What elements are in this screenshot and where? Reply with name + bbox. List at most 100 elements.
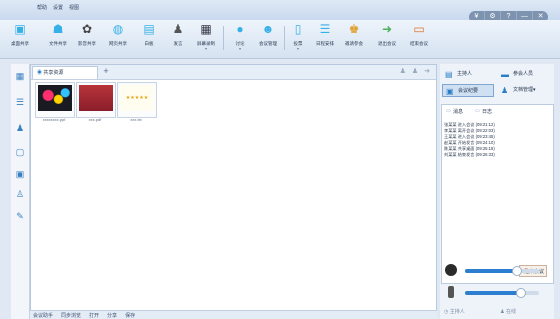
- person-icon[interactable]: ♙: [14, 188, 26, 200]
- thumbnail-label: xxx.txt: [130, 117, 142, 122]
- menu-item-view[interactable]: 视图: [69, 4, 79, 11]
- exit-icon: ➜: [381, 22, 393, 36]
- thumbnail-image: [38, 85, 72, 111]
- toolbar-screen-share[interactable]: ▣ 桌面共享: [6, 22, 34, 47]
- right-panel: ▤主持人 ▬参会人员 ▣会议纪要 ♟文档管理▾ 消息 日志 张某某 进入会议 (…: [440, 64, 554, 319]
- file-share-icon: ☗: [52, 22, 64, 36]
- mic-volume: [445, 286, 551, 300]
- status-open[interactable]: 打开: [89, 312, 99, 319]
- menu-item-settings[interactable]: 设置: [53, 4, 63, 11]
- left-tool-bar: ▦ ☰ ♟ ▢ ▣ ♙ ✎: [11, 64, 30, 319]
- host-button[interactable]: ▤ 主持人: [442, 68, 494, 81]
- app-window: 帮助 设置 视图 ¥ ⚙ ? — ✕ ▣ 桌面共享 ☗ 文件共享 ✿ 影音共享 ◍ 网页…: [0, 0, 560, 319]
- toolbar-invite[interactable]: ♚ 邀请参会: [340, 22, 368, 47]
- end-meeting-icon: ▭: [413, 22, 425, 36]
- toolbar-file-share[interactable]: ☗ 文件共享: [44, 22, 72, 47]
- speaker-volume-fill: [465, 269, 517, 273]
- toolbar-record[interactable]: ▦ 屏幕录制 ▾: [192, 22, 220, 51]
- toolbar-end-meeting[interactable]: ▭ 结束会议: [405, 22, 433, 47]
- menu-bar: 帮助 设置 视图: [37, 4, 79, 11]
- speaker-volume: [445, 264, 551, 278]
- tab-log[interactable]: 日志: [475, 108, 492, 115]
- toolbar-web-share[interactable]: ◍ 网页共享: [104, 22, 132, 47]
- status-assistant[interactable]: 会议助手: [33, 312, 53, 319]
- status-share[interactable]: 分享: [107, 312, 117, 319]
- tab-label: 共享资源: [43, 70, 64, 76]
- log-box: 消息 日志 张某某 进入会议 (09:21:12) 李某某 离开会议 (09:2…: [441, 104, 554, 284]
- log-list: 张某某 进入会议 (09:21:12) 李某某 离开会议 (09:22:03) …: [444, 122, 550, 158]
- title-bar: 帮助 设置 视图 ¥ ⚙ ? — ✕: [0, 0, 560, 23]
- grid-view-icon[interactable]: ▦: [14, 70, 26, 82]
- speaker-icon[interactable]: [445, 264, 457, 276]
- chevron-down-icon: ▾: [533, 87, 536, 93]
- chevron-down-icon[interactable]: ▾: [226, 47, 254, 51]
- footer-online: 在线: [506, 309, 517, 315]
- toolbar-whiteboard[interactable]: ▤ 白板: [135, 22, 163, 47]
- attendees-icon: ▬: [501, 70, 509, 79]
- speaker-volume-slider[interactable]: [465, 266, 539, 276]
- toolbar-media-share[interactable]: ✿ 影音共享: [73, 22, 101, 47]
- host-icon: ▤: [445, 70, 453, 79]
- screen-share-icon: ▣: [14, 22, 26, 36]
- users-icon: ♟: [500, 309, 505, 315]
- clock-icon: ◷: [444, 309, 449, 315]
- folder-icon[interactable]: ▣: [14, 168, 26, 180]
- toolbar-separator: [223, 26, 224, 50]
- mic-volume-slider[interactable]: [465, 288, 539, 298]
- log-line: 刘某某 结束发言 (09:26:33): [444, 152, 495, 157]
- footer-host: 主持人: [449, 309, 465, 315]
- meeting-manage-icon: ☻: [261, 22, 275, 36]
- toolbar-chat[interactable]: ● 讨论 ▾: [226, 22, 254, 51]
- edit-icon[interactable]: ✎: [14, 210, 26, 222]
- status-save[interactable]: 保存: [125, 312, 135, 319]
- right-footer: ◷ 主持人 ♟ 在线: [444, 308, 552, 315]
- microphone-icon[interactable]: [448, 286, 454, 298]
- user-add-icon[interactable]: ♟: [400, 67, 406, 75]
- main-toolbar: ▣ 桌面共享 ☗ 文件共享 ✿ 影音共享 ◍ 网页共享 ▤ 白板 ♟ 发言 ▦ 屏幕录制 ▾ ●…: [0, 20, 560, 59]
- menu-item-help[interactable]: 帮助: [37, 4, 47, 11]
- web-share-icon: ◍: [112, 22, 124, 36]
- mic-volume-fill: [465, 291, 521, 295]
- speaker-icon: ♟: [172, 22, 184, 36]
- speaker-volume-knob[interactable]: [511, 266, 522, 276]
- tab-shared-resources[interactable]: ◉ 共享资源: [32, 66, 98, 79]
- minutes-icon: ▣: [446, 87, 454, 96]
- status-sync-browse[interactable]: 同步浏览: [61, 312, 81, 319]
- thumbnail-ppt[interactable]: [35, 82, 75, 118]
- doc-manage-icon: ♟: [501, 86, 509, 95]
- attendees-button[interactable]: ▬ 参会人员: [498, 68, 550, 81]
- chevron-down-icon[interactable]: ▾: [284, 47, 312, 51]
- arrow-right-icon[interactable]: ➜: [424, 67, 430, 75]
- chat-icon: ●: [236, 22, 244, 36]
- user-icon[interactable]: ♟: [14, 122, 26, 134]
- user-remove-icon[interactable]: ♟: [412, 67, 418, 75]
- chevron-down-icon[interactable]: ▾: [192, 47, 220, 51]
- document-icon[interactable]: ▢: [14, 146, 26, 158]
- tab-messages[interactable]: 消息: [446, 108, 463, 115]
- schedule-icon: ☰: [319, 22, 331, 36]
- toolbar-vote[interactable]: ▯ 投票 ▾: [284, 22, 312, 51]
- toolbar-meeting-manage[interactable]: ☻ 会议管理: [254, 22, 282, 47]
- media-share-icon: ✿: [81, 22, 93, 36]
- tab-strip: ◉ 共享资源 + ♟ ♟ ➜: [31, 65, 436, 80]
- whiteboard-icon: ▤: [143, 22, 155, 36]
- globe-icon: ◉: [37, 70, 43, 76]
- log-tabs: 消息 日志: [446, 108, 492, 115]
- add-tab-button[interactable]: +: [101, 67, 111, 77]
- doc-manage-button[interactable]: ♟ 文档管理▾: [498, 84, 550, 97]
- thumbnail-pdf[interactable]: [76, 82, 116, 118]
- tab-tools: ♟ ♟ ➜: [400, 67, 430, 75]
- thumbnail-txt[interactable]: ★★★★★: [117, 82, 157, 118]
- minutes-button[interactable]: ▣ 会议纪要: [442, 84, 494, 97]
- record-icon: ▦: [200, 22, 212, 36]
- status-bar: 会议助手 同步浏览 打开 分享 保存: [30, 310, 437, 319]
- toolbar-schedule[interactable]: ☰ 日程安排: [311, 22, 339, 47]
- list-view-icon[interactable]: ☰: [14, 96, 26, 108]
- vote-icon: ▯: [294, 22, 302, 36]
- toolbar-speak[interactable]: ♟ 发言: [164, 22, 192, 47]
- toolbar-exit[interactable]: ➜ 退出会议: [373, 22, 401, 47]
- thumbnail-label: xxxxxxxx.ppt: [42, 117, 66, 122]
- thumbnail-image: [79, 85, 113, 111]
- mic-volume-knob[interactable]: [515, 288, 526, 298]
- thumbnail-label: xxx.pdf: [88, 117, 102, 122]
